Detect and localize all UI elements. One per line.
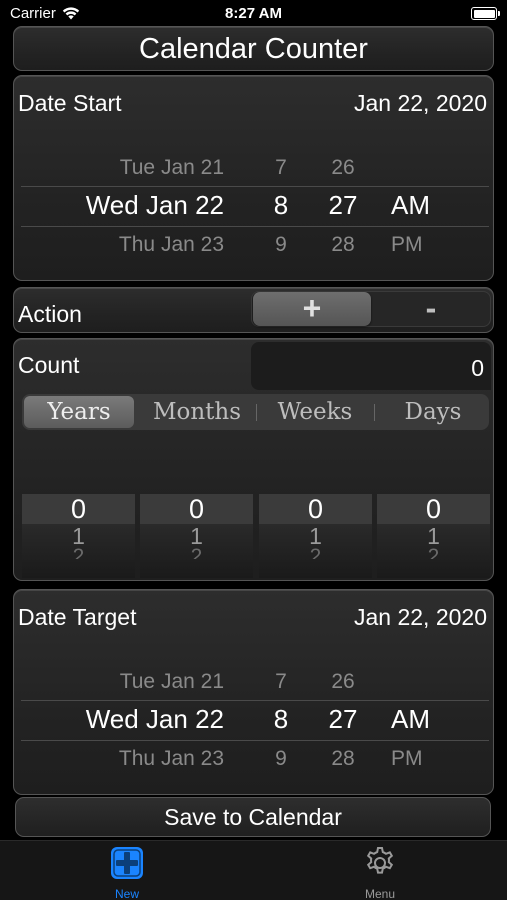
battery-icon [471,7,500,20]
tab-menu-label: Menu [364,887,396,900]
save-to-calendar-button[interactable]: Save to Calendar [15,797,491,837]
picker-day: Tue Jan 21 [119,156,224,179]
unit-divider [374,404,375,421]
wheel-value-selected: 0 [425,494,442,524]
picker-row-next[interactable]: Thu Jan 23 9 28 PM [21,233,489,269]
status-bar: Carrier 8:27 AM [0,0,507,26]
picker-selection-top [21,186,489,187]
date-start-label: Date Start [18,90,122,116]
picker-day: Thu Jan 23 [118,233,224,256]
date-start-picker[interactable]: Tue Jan 21 7 26 Wed Jan 22 8 27 AM Thu J… [21,156,489,268]
picker-ampm: AM [391,190,430,220]
tab-bar: New Menu [0,840,507,900]
picker-minute: 27 [328,704,358,734]
picker-minute: 26 [331,156,355,179]
count-label: Count [18,352,80,378]
status-time: 8:27 AM [225,5,282,22]
unit-segmented-control[interactable]: Years Months Weeks Days [22,394,489,430]
date-target-label: Date Target [18,604,137,630]
picker-minute: 28 [331,233,355,256]
picker-selection-bottom [21,740,489,741]
action-panel: Action + - [13,287,494,333]
date-target-value: Jan 22, 2020 [353,604,487,630]
plus-square-icon [111,847,143,879]
unit-days-button[interactable]: Days [378,396,488,428]
unit-divider [256,404,257,421]
picker-hour: 9 [275,747,287,770]
picker-day: Wed Jan 22 [85,704,224,734]
picker-ampm: AM [391,704,430,734]
picker-day: Thu Jan 23 [118,747,224,770]
picker-minute: 28 [331,747,355,770]
date-target-panel: Date Target Jan 22, 2020 Tue Jan 21 7 26… [13,589,494,795]
date-start-value: Jan 22, 2020 [353,90,487,116]
wheel-value-selected: 0 [188,494,205,524]
unit-weeks-button[interactable]: Weeks [260,396,370,428]
gear-icon [366,847,394,874]
picker-hour: 8 [273,704,289,734]
picker-row-next[interactable]: Thu Jan 23 9 28 PM [21,747,489,783]
date-start-panel: Date Start Jan 22, 2020 Tue Jan 21 7 26 … [13,75,494,281]
months-wheel[interactable]: 0 1 2 [140,494,253,580]
picker-minute: 27 [328,190,358,220]
action-segmented-control[interactable]: + - [251,291,491,327]
action-label: Action [18,301,82,327]
picker-hour: 7 [275,156,287,179]
years-wheel[interactable]: 0 1 2 [22,494,135,580]
wheel-value-selected: 0 [307,494,324,524]
picker-hour: 9 [275,233,287,256]
picker-row-selected[interactable]: Wed Jan 22 8 27 AM [21,704,489,740]
wheel-value-after: 2 [427,545,440,559]
wheel-value-selected: 0 [70,494,87,524]
app-title: Calendar Counter [139,33,368,65]
tab-menu[interactable]: Menu [335,845,425,900]
picker-hour: 7 [275,670,287,693]
picker-day: Tue Jan 21 [119,670,224,693]
tab-new[interactable]: New [82,845,172,900]
picker-selection-bottom [21,226,489,227]
title-panel: Calendar Counter [13,26,494,71]
action-minus-button[interactable]: - [372,292,490,326]
days-wheel[interactable]: 0 1 2 [377,494,490,580]
count-panel: 0 Count Years Months Weeks Days 0 1 2 0 … [13,338,494,581]
unit-years-button[interactable]: Years [24,396,134,428]
count-field[interactable]: 0 [251,342,491,390]
unit-months-button[interactable]: Months [142,396,252,428]
action-plus-button[interactable]: + [253,292,371,326]
picker-row-selected[interactable]: Wed Jan 22 8 27 AM [21,190,489,226]
weeks-wheel[interactable]: 0 1 2 [259,494,372,580]
picker-selection-top [21,700,489,701]
date-target-picker[interactable]: Tue Jan 21 7 26 Wed Jan 22 8 27 AM Thu J… [21,670,489,782]
picker-ampm: PM [391,233,423,256]
wheel-value-after: 2 [72,545,85,559]
picker-minute: 26 [331,670,355,693]
picker-ampm: PM [391,747,423,770]
picker-hour: 8 [273,190,289,220]
count-value: 0 [471,355,484,381]
wheel-value-after: 2 [190,545,203,559]
wheel-value-after: 2 [309,545,322,559]
picker-day: Wed Jan 22 [85,190,224,220]
tab-new-label: New [114,887,139,900]
